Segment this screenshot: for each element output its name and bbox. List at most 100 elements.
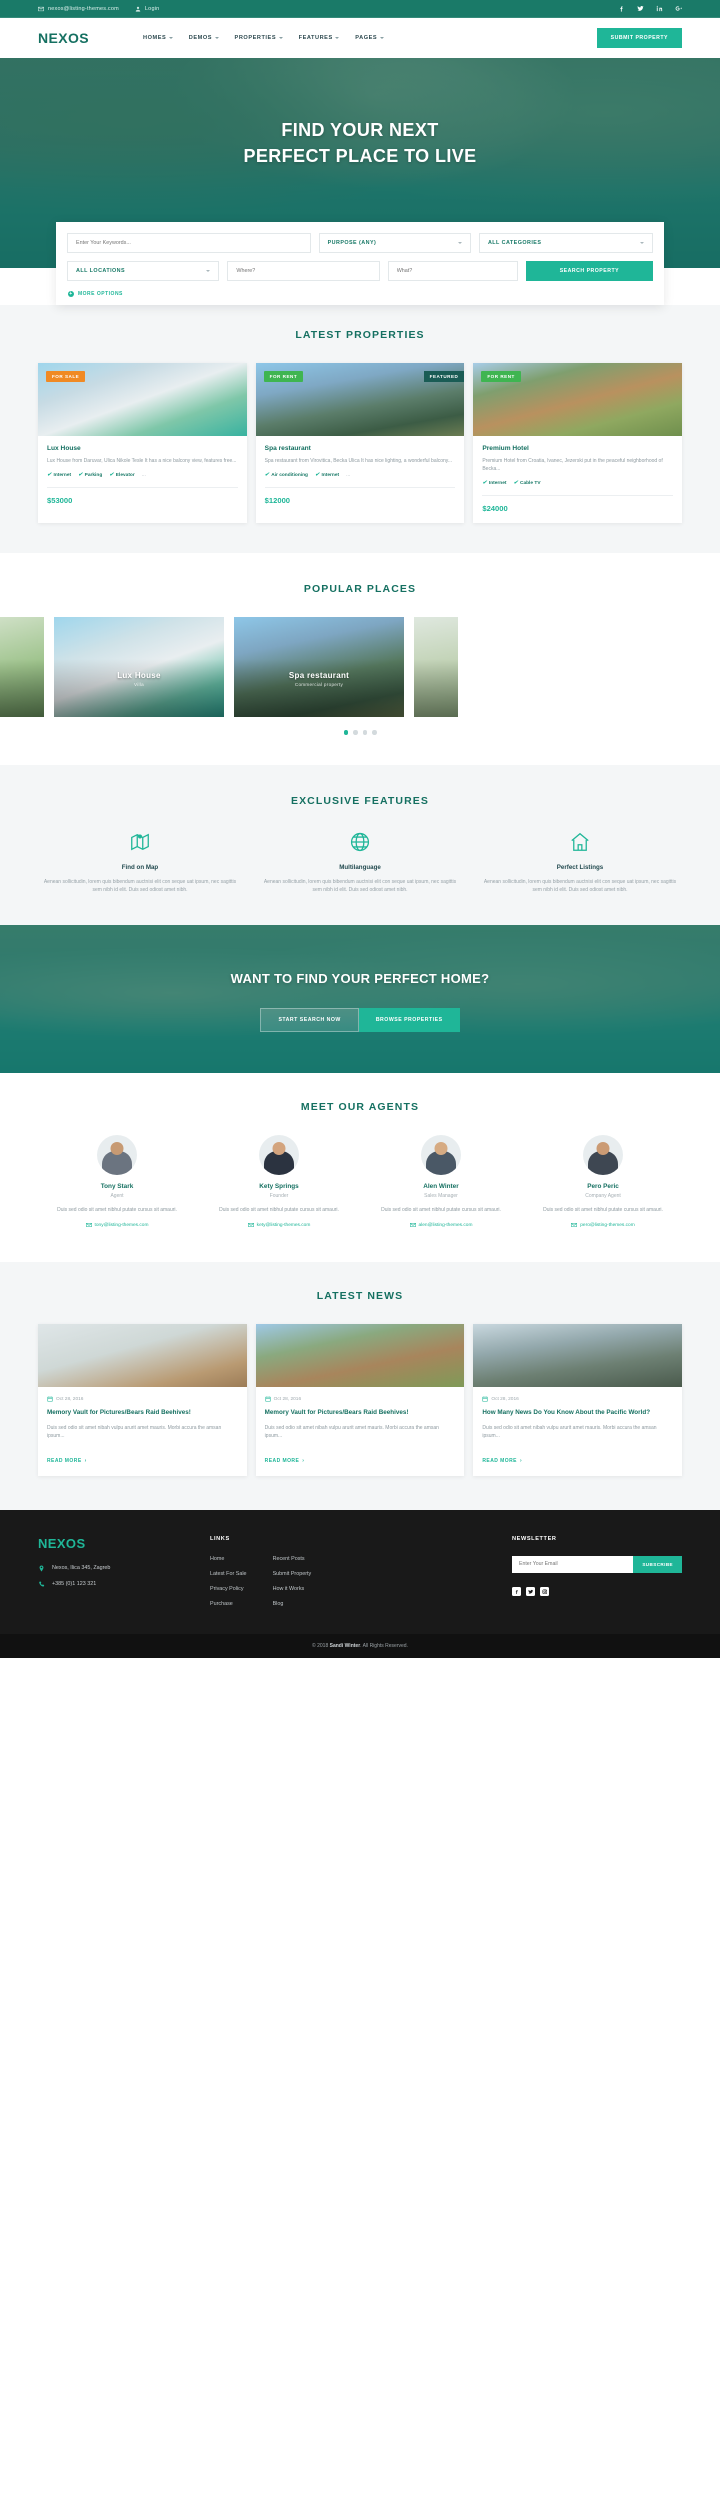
site-logo[interactable]: NEXOS bbox=[38, 30, 89, 46]
footer-link-home[interactable]: Home bbox=[210, 1556, 224, 1562]
news-card[interactable]: Oct 28, 2016 Memory Vault for Pictures/B… bbox=[38, 1324, 247, 1476]
newsletter-subscribe-button[interactable]: SUBSCRIBE bbox=[633, 1555, 682, 1573]
exclusive-features-section: EXCLUSIVE FEATURES Find on Map Aenean so… bbox=[0, 764, 720, 926]
browse-properties-button[interactable]: BROWSE PROPERTIES bbox=[358, 1008, 460, 1033]
place-slide[interactable] bbox=[0, 617, 44, 718]
agent-card[interactable]: Pero Peric Company Agent Duis sed odio s… bbox=[528, 1135, 678, 1228]
agent-card[interactable]: Alen Winter Sales Manager Duis sed odio … bbox=[366, 1135, 516, 1228]
news-card-grid: Oct 28, 2016 Memory Vault for Pictures/B… bbox=[38, 1324, 683, 1476]
footer-link-purchase[interactable]: Purchase bbox=[210, 1601, 233, 1607]
read-more-link[interactable]: READ MORE › bbox=[482, 1458, 522, 1464]
search-keywords-input[interactable] bbox=[67, 233, 311, 253]
twitter-icon[interactable] bbox=[526, 1586, 535, 1596]
news-card[interactable]: Oct 28, 2016 Memory Vault for Pictures/B… bbox=[255, 1324, 465, 1476]
footer-brand-column: NEXOS Nexos, Ilica 345, Zagreb +385 (0)1… bbox=[38, 1536, 188, 1616]
more-options-toggle[interactable]: + MORE OPTIONS bbox=[67, 289, 653, 298]
calendar-icon bbox=[47, 1396, 53, 1403]
footer-link[interactable]: Submit Property bbox=[273, 1571, 312, 1577]
footer-link-privacy-policy[interactable]: Privacy Policy bbox=[210, 1586, 244, 1592]
place-slide[interactable]: Lux House Villa bbox=[54, 617, 224, 718]
topbar-email-text: nexos@listing-themes.com bbox=[48, 5, 119, 12]
agent-email-link[interactable]: pero@listing-themes.com bbox=[528, 1222, 678, 1228]
footer-link[interactable]: Home bbox=[210, 1556, 247, 1562]
footer-link[interactable]: Blog bbox=[273, 1601, 312, 1607]
footer-link-recent-posts[interactable]: Recent Posts bbox=[273, 1556, 305, 1562]
news-card[interactable]: Oct 28, 2016 How Many News Do You Know A… bbox=[473, 1324, 683, 1476]
agent-role: Company Agent bbox=[585, 1193, 621, 1200]
twitter-icon[interactable] bbox=[636, 5, 644, 13]
topbar-login-link[interactable]: Login bbox=[135, 6, 159, 12]
linkedin-icon[interactable] bbox=[655, 5, 663, 13]
agent-email-link[interactable]: tony@listing-themes.com bbox=[42, 1222, 192, 1228]
nav-item-properties[interactable]: PROPERTIES bbox=[235, 35, 283, 41]
carousel-dot-4[interactable] bbox=[372, 730, 377, 735]
footer-link[interactable]: Latest For Sale bbox=[210, 1571, 247, 1577]
facebook-icon[interactable] bbox=[617, 5, 625, 13]
footer-link[interactable]: Privacy Policy bbox=[210, 1586, 247, 1592]
agent-email-link[interactable]: alen@listing-themes.com bbox=[366, 1222, 516, 1228]
avatar bbox=[97, 1135, 137, 1176]
start-search-button[interactable]: START SEARCH NOW bbox=[260, 1008, 359, 1033]
footer-link[interactable]: Recent Posts bbox=[273, 1556, 312, 1562]
place-slide[interactable] bbox=[414, 617, 458, 718]
property-title[interactable]: Spa restaurant bbox=[265, 445, 456, 452]
footer-link-blog[interactable]: Blog bbox=[273, 1601, 284, 1607]
nav-item-features[interactable]: FEATURES bbox=[299, 35, 340, 41]
section-title-agents: MEET OUR AGENTS bbox=[300, 1101, 420, 1114]
place-overlay bbox=[54, 617, 224, 718]
footer-link-how-it-works[interactable]: How it Works bbox=[273, 1586, 305, 1592]
carousel-dot-2[interactable] bbox=[353, 730, 358, 735]
search-purpose-select[interactable]: PURPOSE (ANY) bbox=[318, 233, 471, 253]
places-carousel[interactable]: Lux House Villa Spa restaurant Commercia… bbox=[0, 617, 720, 718]
carousel-dots bbox=[0, 717, 720, 735]
place-overlay bbox=[414, 617, 458, 718]
google-plus-icon[interactable] bbox=[674, 5, 682, 13]
property-card[interactable]: FOR RENT Premium Hotel Premium Hotel fro… bbox=[473, 363, 683, 524]
footer-link[interactable]: Purchase bbox=[210, 1601, 247, 1607]
cta-banner: WANT TO FIND YOUR PERFECT HOME? START SE… bbox=[0, 925, 720, 1074]
submit-property-button[interactable]: SUBMIT PROPERTY bbox=[596, 28, 682, 48]
search-what-input[interactable] bbox=[387, 261, 518, 281]
nav-item-pages[interactable]: PAGES bbox=[355, 35, 384, 41]
search-locations-select[interactable]: ALL LOCATIONS bbox=[67, 261, 220, 281]
property-title[interactable]: Premium Hotel bbox=[482, 445, 673, 452]
facebook-icon[interactable] bbox=[512, 1586, 521, 1596]
news-title[interactable]: Memory Vault for Pictures/Bears Raid Bee… bbox=[47, 1408, 238, 1417]
news-excerpt: Duis sed odio sit amet nibah vulpu aruri… bbox=[264, 1424, 439, 1439]
footer-link-submit-property[interactable]: Submit Property bbox=[273, 1571, 312, 1577]
agent-email-text: alen@listing-themes.com bbox=[418, 1222, 473, 1228]
feature-text: Aenean sollicitudin, lorem quis bibendum… bbox=[263, 878, 457, 894]
instagram-icon[interactable] bbox=[540, 1586, 549, 1596]
read-more-link[interactable]: READ MORE › bbox=[47, 1458, 87, 1464]
property-card[interactable]: FOR SALE Lux House Lux House from Daruva… bbox=[38, 363, 247, 524]
property-title[interactable]: Lux House bbox=[47, 445, 238, 452]
carousel-dot-1[interactable] bbox=[343, 730, 348, 735]
news-excerpt: Duis sed odio sit amet nibah vulpu aruri… bbox=[482, 1424, 657, 1439]
newsletter-email-input[interactable] bbox=[512, 1555, 634, 1573]
agent-email-link[interactable]: kety@listing-themes.com bbox=[204, 1222, 354, 1228]
agent-email-text: kety@listing-themes.com bbox=[256, 1222, 311, 1228]
news-title[interactable]: How Many News Do You Know About the Paci… bbox=[482, 1408, 673, 1417]
search-form-wrapper: PURPOSE (ANY) ALL CATEGORIES ALL LOCATIO… bbox=[0, 222, 720, 305]
search-where-input[interactable] bbox=[227, 261, 380, 281]
nav-item-homes[interactable]: HOMES bbox=[143, 35, 173, 41]
place-slide[interactable]: Spa restaurant Commercial property bbox=[234, 617, 404, 718]
topbar-email-link[interactable]: nexos@listing-themes.com bbox=[38, 6, 119, 12]
globe-icon bbox=[258, 829, 462, 855]
topbar-left-group: nexos@listing-themes.com Login bbox=[38, 6, 159, 12]
search-property-button[interactable]: SEARCH PROPERTY bbox=[525, 261, 653, 281]
property-body: Premium Hotel Premium Hotel from Croatia… bbox=[473, 436, 682, 497]
news-title[interactable]: Memory Vault for Pictures/Bears Raid Bee… bbox=[265, 1408, 456, 1417]
agent-card[interactable]: Kety Springs Founder Duis sed odio sit a… bbox=[204, 1135, 354, 1228]
read-more-link[interactable]: READ MORE › bbox=[265, 1458, 305, 1464]
agent-card[interactable]: Tony Stark Agent Duis sed odio sit amet … bbox=[42, 1135, 192, 1228]
property-card[interactable]: FOR RENT FEATURED Spa restaurant Spa res… bbox=[255, 363, 465, 524]
search-categories-select[interactable]: ALL CATEGORIES bbox=[478, 233, 653, 253]
news-date: Oct 28, 2016 bbox=[265, 1396, 456, 1403]
footer-link[interactable]: How it Works bbox=[273, 1586, 312, 1592]
footer-link-latest-for-sale[interactable]: Latest For Sale bbox=[210, 1571, 247, 1577]
nav-item-demos[interactable]: DEMOS bbox=[189, 35, 219, 41]
envelope-icon bbox=[38, 6, 44, 12]
avatar bbox=[421, 1135, 461, 1176]
carousel-dot-3[interactable] bbox=[362, 730, 367, 735]
